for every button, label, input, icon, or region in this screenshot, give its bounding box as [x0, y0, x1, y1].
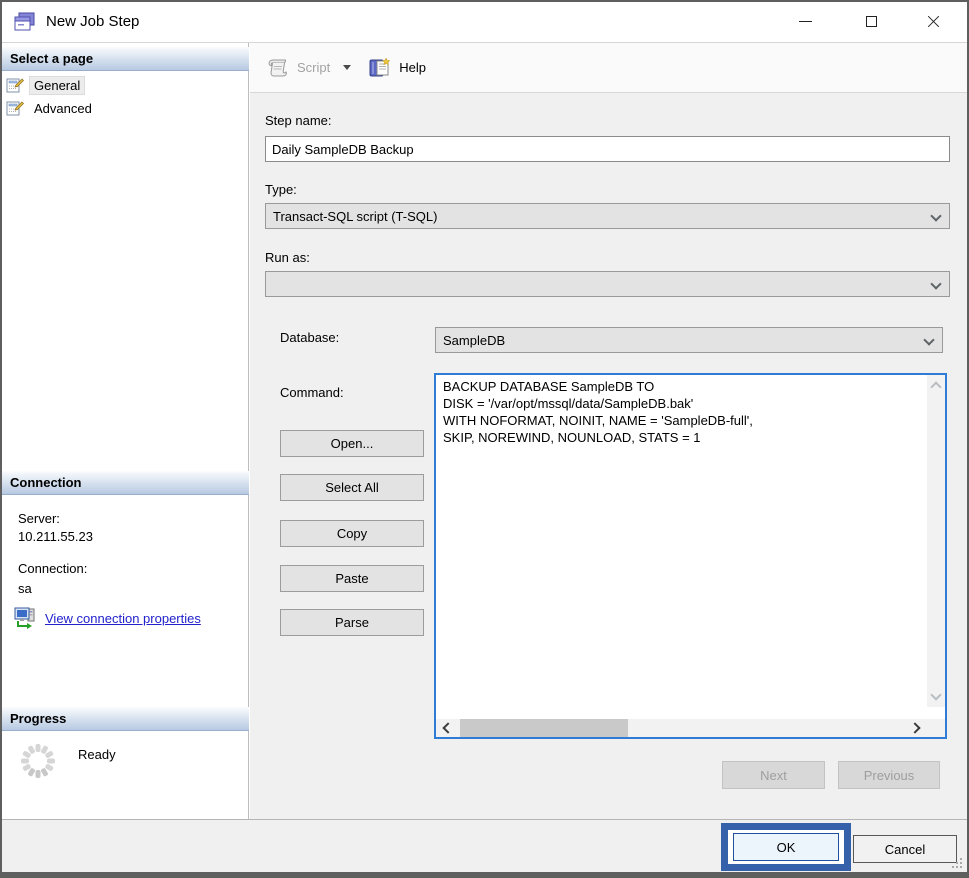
step-name-label: Step name: — [265, 113, 332, 128]
progress-section-header: Progress — [2, 707, 249, 731]
maximize-icon — [866, 16, 877, 27]
connection-label: Connection: — [18, 561, 87, 576]
new-job-step-icon — [13, 12, 37, 32]
cancel-button[interactable]: Cancel — [853, 835, 957, 863]
toolbar: Script Help — [250, 43, 967, 93]
close-button[interactable] — [910, 2, 956, 40]
type-dropdown-value: Transact-SQL script (T-SQL) — [273, 209, 437, 224]
server-label: Server: — [18, 511, 60, 526]
next-button[interactable]: Next — [722, 761, 825, 789]
progress-status: Ready — [78, 747, 116, 762]
command-editor: BACKUP DATABASE SampleDB TO DISK = '/var… — [434, 373, 947, 739]
scroll-right-icon[interactable] — [909, 722, 920, 733]
minimize-button[interactable] — [782, 2, 828, 40]
chevron-down-icon — [930, 278, 941, 289]
command-textarea[interactable]: BACKUP DATABASE SampleDB TO DISK = '/var… — [436, 375, 926, 703]
resize-grip[interactable] — [952, 858, 964, 870]
open-button[interactable]: Open... — [280, 430, 424, 457]
ok-annotation-highlight: OK — [721, 823, 851, 871]
sidebar-item-label: Advanced — [30, 100, 96, 117]
database-label: Database: — [280, 330, 339, 345]
step-name-input[interactable] — [265, 136, 950, 162]
scroll-down-icon[interactable] — [930, 689, 941, 700]
sidebar-item-general[interactable]: General — [6, 74, 84, 96]
property-page-icon — [6, 100, 24, 117]
close-icon — [927, 15, 940, 28]
server-value: 10.211.55.23 — [18, 529, 93, 544]
chevron-down-icon — [930, 210, 941, 221]
content-panel: Script Help — [250, 43, 967, 820]
horizontal-scrollbar[interactable] — [436, 719, 927, 737]
connection-value: sa — [18, 581, 32, 596]
run-as-label: Run as: — [265, 250, 310, 265]
progress-spinner-icon — [18, 741, 58, 781]
window-frame: New Job Step Select a page — [0, 0, 969, 878]
minimize-icon — [799, 21, 812, 22]
connection-properties-icon — [14, 607, 38, 629]
horizontal-scrollbar-thumb[interactable] — [460, 719, 628, 737]
copy-button[interactable]: Copy — [280, 520, 424, 547]
view-connection-properties-link[interactable]: View connection properties — [45, 611, 201, 626]
command-label: Command: — [280, 385, 344, 400]
type-label: Type: — [265, 182, 297, 197]
scrollbar-corner — [927, 719, 945, 737]
type-dropdown[interactable]: Transact-SQL script (T-SQL) — [265, 203, 950, 229]
sidebar: Select a page General — [2, 43, 249, 820]
paste-button[interactable]: Paste — [280, 565, 424, 592]
chevron-down-icon — [923, 334, 934, 345]
new-job-step-dialog: New Job Step Select a page — [2, 2, 967, 872]
scroll-up-icon[interactable] — [930, 381, 941, 392]
vertical-scrollbar[interactable] — [927, 375, 945, 707]
previous-button[interactable]: Previous — [838, 761, 940, 789]
dialog-body: Select a page General — [2, 42, 967, 819]
window-title: New Job Step — [46, 13, 139, 30]
help-button-label[interactable]: Help — [399, 60, 426, 75]
title-bar[interactable]: New Job Step — [2, 2, 967, 42]
help-book-icon — [368, 57, 392, 79]
ok-button[interactable]: OK — [733, 833, 839, 861]
database-dropdown-value: SampleDB — [443, 333, 505, 348]
parse-button[interactable]: Parse — [280, 609, 424, 636]
maximize-button[interactable] — [848, 2, 894, 40]
database-dropdown[interactable]: SampleDB — [435, 327, 943, 353]
sidebar-item-label: General — [30, 77, 84, 94]
run-as-dropdown[interactable] — [265, 271, 950, 297]
scroll-left-icon[interactable] — [442, 722, 453, 733]
connection-section-header: Connection — [2, 471, 249, 495]
script-scroll-icon — [266, 57, 290, 79]
script-dropdown-caret-icon[interactable] — [343, 65, 351, 70]
sidebar-item-advanced[interactable]: Advanced — [6, 97, 96, 119]
property-page-icon — [6, 77, 24, 94]
footer-bar: OK Cancel — [2, 819, 967, 872]
select-all-button[interactable]: Select All — [280, 474, 424, 501]
select-a-page-header: Select a page — [2, 47, 249, 71]
script-button-label[interactable]: Script — [297, 60, 330, 75]
